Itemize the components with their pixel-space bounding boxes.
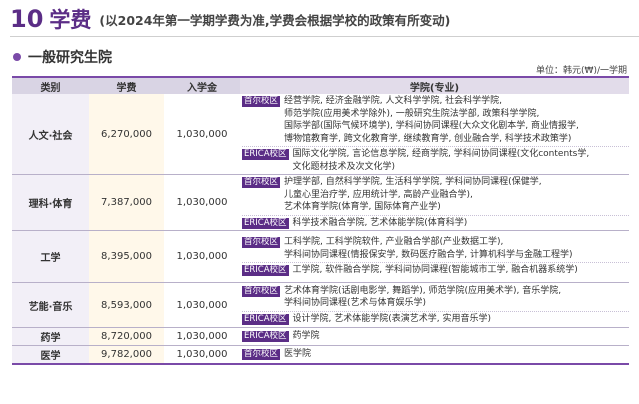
- tuition-cell: 8,593,000: [89, 282, 164, 328]
- campus-line: 首尔校区 护理学部, 自然科学学院, 生活科学学院, 学科间协同课程(保健学, 儿…: [242, 176, 629, 214]
- campus-badge: 首尔校区: [242, 349, 281, 360]
- header-admission: 入学金: [164, 76, 240, 94]
- admission-fee-cell: 1,030,000: [164, 230, 240, 283]
- campus-line: ERICA校区 设计学院, 艺术体能学院(表演艺术学, 实用音乐学): [242, 313, 629, 326]
- tuition-cell: 8,720,000: [89, 327, 164, 346]
- colleges-cell: ERICA校区 药学院: [240, 327, 629, 346]
- tuition-table: 类别 学费 入学金 学院(专业) 人文·社会 6,270,000 1,030,000…: [12, 76, 629, 365]
- section-heading: 一般研究生院: [13, 48, 112, 66]
- category-cell: 艺能·音乐: [12, 282, 89, 328]
- college-list: 护理学部, 自然科学学院, 生活科学学院, 学科间协同课程(保健学, 儿童心里治…: [284, 177, 542, 212]
- college-list: 国际文化学院, 言论信息学院, 经商学院, 学科间协同课程(文化contents…: [292, 149, 590, 172]
- campus-badge: ERICA校区: [242, 313, 289, 325]
- header-category: 类别: [12, 76, 89, 94]
- campus-badge: 首尔校区: [242, 285, 281, 297]
- college-list: 药学院: [292, 331, 320, 342]
- campus-badge: ERICA校区: [242, 217, 289, 229]
- table-row: 艺能·音乐 8,593,000 1,030,000 首尔校区 艺术体育学院(话剧电影学,…: [12, 282, 629, 328]
- campus-badge: ERICA校区: [242, 331, 289, 343]
- campus-badge: 首尔校区: [242, 96, 281, 107]
- colleges-cell: 首尔校区 艺术体育学院(话剧电影学, 舞蹈学), 师范学院(应用美术学), 音乐学…: [240, 282, 629, 328]
- bullet-icon: [13, 53, 21, 61]
- table-row: 医学 9,782,000 1,030,000 首尔校区 医学院: [12, 345, 629, 365]
- table-row: 药学 8,720,000 1,030,000 ERICA校区 药学院: [12, 327, 629, 346]
- college-list: 经营学院, 经济金融学院, 人文科学学院, 社会科学学院, 师范学院(应用美术学…: [284, 96, 579, 144]
- campus-badge: 首尔校区: [242, 237, 281, 249]
- page-title: 10 学费 (以2024年第一学期学费为准,学费会根据学校的政策有所变动): [10, 4, 450, 34]
- tuition-cell: 6,270,000: [89, 94, 164, 175]
- category-cell: 人文·社会: [12, 94, 89, 175]
- section-title: 一般研究生院: [28, 50, 112, 66]
- college-list: 工科学院, 工科学院软件, 产业融合学部(产业数据工学), 学科间协同课程(情报…: [284, 237, 573, 260]
- colleges-cell: 首尔校区 经营学院, 经济金融学院, 人文科学学院, 社会科学学院, 师范学院(应…: [240, 94, 629, 175]
- campus-line: 首尔校区 经营学院, 经济金融学院, 人文科学学院, 社会科学学院, 师范学院(应…: [242, 95, 629, 145]
- table-row: 理科·体育 7,387,000 1,030,000 首尔校区 护理学部, 自然科学学院,…: [12, 174, 629, 231]
- tuition-cell: 7,387,000: [89, 174, 164, 231]
- campus-divider: [242, 262, 629, 264]
- admission-fee-cell: 1,030,000: [164, 94, 240, 175]
- category-cell: 医学: [12, 345, 89, 365]
- title-subtitle: (以2024年第一学期学费为准,学费会根据学校的政策有所变动): [99, 12, 451, 28]
- table-row: 人文·社会 6,270,000 1,030,000 首尔校区 经营学院, 经济金融学院,…: [12, 94, 629, 175]
- admission-fee-cell: 1,030,000: [164, 345, 240, 365]
- college-list: 设计学院, 艺术体能学院(表演艺术学, 实用音乐学): [292, 313, 492, 324]
- campus-line: ERICA校区 国际文化学院, 言论信息学院, 经商学院, 学科间协同课程(文化c…: [242, 148, 629, 173]
- colleges-cell: 首尔校区 工科学院, 工科学院软件, 产业融合学部(产业数据工学), 学科间协同课…: [240, 230, 629, 283]
- college-list: 艺术体育学院(话剧电影学, 舞蹈学), 师范学院(应用美术学), 音乐学院, 学…: [284, 285, 562, 309]
- category-cell: 工学: [12, 230, 89, 283]
- table-row: 工学 8,395,000 1,030,000 首尔校区 工科学院, 工科学院软件, 产业…: [12, 230, 629, 283]
- admission-fee-cell: 1,030,000: [164, 327, 240, 346]
- campus-badge: ERICA校区: [242, 265, 289, 277]
- college-list: 医学院: [284, 349, 312, 359]
- tuition-cell: 9,782,000: [89, 345, 164, 365]
- admission-fee-cell: 1,030,000: [164, 282, 240, 328]
- section-number: 10: [10, 5, 44, 33]
- title-divider: [10, 36, 639, 37]
- category-cell: 理科·体育: [12, 174, 89, 231]
- table-header-row: 类别 学费 入学金 学院(专业): [12, 76, 629, 94]
- college-list: 工学院, 软件融合学院, 学科间协同课程(智能城市工学, 融合机器系统学): [292, 265, 578, 276]
- campus-line: 首尔校区 医学院: [242, 348, 629, 361]
- campus-divider: [242, 214, 629, 216]
- campus-line: ERICA校区 工学院, 软件融合学院, 学科间协同课程(智能城市工学, 融合机器…: [242, 264, 629, 277]
- header-colleges: 学院(专业): [240, 76, 629, 94]
- campus-line: ERICA校区 科学技术融合学院, 艺术体能学院(体育科学): [242, 217, 629, 230]
- campus-badge: ERICA校区: [242, 149, 289, 160]
- campus-divider: [242, 146, 629, 147]
- campus-line: 首尔校区 工科学院, 工科学院软件, 产业融合学部(产业数据工学), 学科间协同课…: [242, 236, 629, 261]
- campus-badge: 首尔校区: [242, 177, 281, 188]
- colleges-cell: 首尔校区 护理学部, 自然科学学院, 生活科学学院, 学科间协同课程(保健学, 儿…: [240, 174, 629, 231]
- unit-note: 单位：韩元(₩)/一学期: [536, 66, 627, 76]
- admission-fee-cell: 1,030,000: [164, 174, 240, 231]
- campus-line: 首尔校区 艺术体育学院(话剧电影学, 舞蹈学), 师范学院(应用美术学), 音乐学…: [242, 285, 629, 310]
- campus-divider: [242, 310, 629, 312]
- college-list: 科学技术融合学院, 艺术体能学院(体育科学): [292, 217, 468, 228]
- title-text: 学费: [49, 8, 92, 32]
- category-cell: 药学: [12, 327, 89, 346]
- header-tuition: 学费: [89, 76, 164, 94]
- colleges-cell: 首尔校区 医学院: [240, 345, 629, 365]
- tuition-cell: 8,395,000: [89, 230, 164, 283]
- campus-line: ERICA校区 药学院: [242, 330, 629, 343]
